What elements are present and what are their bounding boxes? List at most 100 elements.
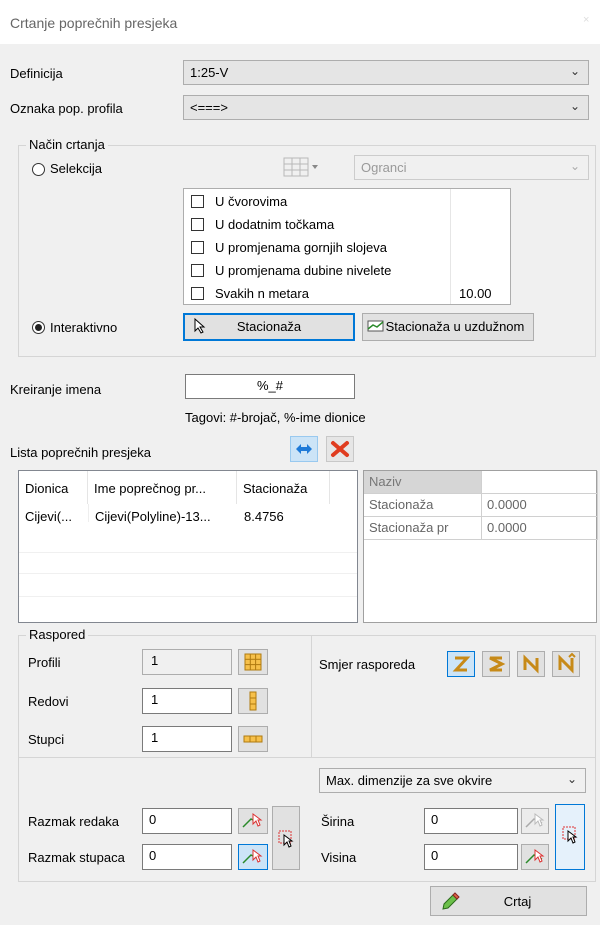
sirina-pick-button[interactable] [521,808,549,834]
visina-label: Visina [321,850,357,865]
table-cell-dionica[interactable]: Cijevi(... [25,509,72,524]
column-header-stacionaza[interactable]: Stacionaža [237,471,330,504]
option-checkbox-dodatne-tocke[interactable] [191,218,204,231]
pick-window-icon [278,830,294,848]
visina-pick-button[interactable] [521,844,549,870]
profili-input[interactable]: 1 [142,649,232,675]
swap-arrows-icon [296,444,312,454]
sirina-value: 0 [431,812,439,827]
razmak-stupaca-input[interactable]: 0 [142,844,232,870]
chevron-down-icon: ⌄ [569,159,580,173]
stacionaza-uzduznom-button[interactable]: Stacionaža u uzdužnom [362,313,534,341]
definicija-value: 1:25-V [190,65,229,80]
delete-x-icon [331,441,349,457]
profili-button[interactable] [238,649,268,675]
raspored-divider-horizontal [19,757,595,758]
column-header-ime[interactable]: Ime poprečnog pr... [88,471,237,504]
visina-input[interactable]: 0 [424,844,518,870]
close-button[interactable]: × [583,14,600,34]
kreiranje-imena-value: %_# [256,378,284,393]
smjer-z-button[interactable] [447,651,475,677]
sirina-label: Širina [321,814,355,829]
raspored-label: Raspored [26,627,89,642]
direction-n-icon [523,654,539,674]
row-line [19,573,357,574]
property-value-stacionaza[interactable]: 0.0000 [482,494,598,517]
stacionaza-uzduznom-label: Stacionaža u uzdužnom [385,319,525,334]
crtaj-button[interactable]: Crtaj [430,886,587,916]
stacionaza-button-label: Stacionaža [236,319,302,334]
properties-grid: Naziv Stacionaža 0.0000 Stacionaža pr 0.… [363,470,598,623]
column-layout-icon [249,691,257,711]
razmak-redaka-value: 0 [149,812,157,827]
kreiranje-imena-input[interactable]: %_# [185,374,355,399]
grid-layout-icon [244,653,262,671]
stupci-input[interactable]: 1 [142,726,232,752]
swap-button[interactable] [290,436,318,462]
definicija-label: Definicija [10,66,63,81]
pick-distance-icon [525,849,545,864]
redovi-button[interactable] [238,688,268,714]
oznaka-label: Oznaka pop. profila [10,101,123,116]
pick-window-icon [562,826,578,844]
column-header-dionica[interactable]: Dionica [19,471,88,504]
redovi-input[interactable]: 1 [142,688,232,714]
option-checkbox-cvorovi[interactable] [191,195,204,208]
redovi-label: Redovi [28,694,69,709]
option-checkbox-gornji-slojevi[interactable] [191,241,204,254]
option-checkbox-svakih-n-metara[interactable] [191,287,204,300]
dimenzije-select[interactable]: Max. dimenzije za sve okvire ⌄ [319,768,586,793]
delete-button[interactable] [326,436,354,462]
razmak-redaka-label: Razmak redaka [28,814,120,829]
property-name-stacionaza-pr: Stacionaža pr [364,517,482,540]
row-layout-icon [243,735,263,743]
row-divider [88,504,89,522]
razmak-stupaca-label: Razmak stupaca [28,850,125,865]
razmak-redaka-pick-button[interactable] [238,808,268,834]
pencil-icon [442,892,460,910]
options-column-divider [450,189,451,304]
stupci-button[interactable] [238,726,268,752]
window-title: Crtanje poprečnih presjeka [10,15,178,31]
option-label-dodatne-tocke: U dodatnim točkama [215,217,335,232]
interaktivno-label: Interaktivno [50,320,118,335]
smjer-s-button[interactable] [482,651,510,677]
dimenzije-pick-both-button[interactable] [555,804,585,870]
pick-distance-icon [525,813,545,828]
interaktivno-radio[interactable] [32,321,45,334]
razmak-pick-both-button[interactable] [272,806,300,870]
stupci-value: 1 [151,730,159,745]
svakih-n-metara-value[interactable]: 10.00 [459,286,492,301]
chevron-down-icon: ⌄ [569,64,580,78]
smjer-n-button[interactable] [517,651,545,677]
ogranci-value: Ogranci [361,160,407,175]
smjer-n-reverse-button[interactable] [552,651,580,677]
oznaka-select[interactable]: <===> ⌄ [183,95,589,120]
property-name-stacionaza: Stacionaža [364,494,482,517]
table-cell-ime[interactable]: Cijevi(Polyline)-13... [95,509,211,524]
profili-value: 1 [151,653,159,668]
pick-distance-icon [242,849,263,864]
razmak-redaka-input[interactable]: 0 [142,808,232,834]
profile-pick-icon [367,320,384,332]
grid-pick-icon [283,157,318,177]
chevron-down-icon: ⌄ [566,772,577,786]
selekcija-radio[interactable] [32,163,45,176]
option-checkbox-dubina-nivelete[interactable] [191,264,204,277]
dimenzije-value: Max. dimenzije za sve okvire [326,773,493,788]
redovi-value: 1 [151,692,159,707]
ogranci-select[interactable]: Ogranci ⌄ [354,155,589,180]
razmak-stupaca-pick-button[interactable] [238,844,268,870]
pick-dropdown-button[interactable] [282,155,322,181]
crtaj-button-label: Crtaj [503,894,532,909]
row-line [19,596,357,597]
property-header-value [482,471,598,494]
definicija-select[interactable]: 1:25-V ⌄ [183,60,589,85]
direction-z-icon [452,656,471,672]
stacionaza-button[interactable]: Stacionaža [183,313,355,341]
property-value-stacionaza-pr[interactable]: 0.0000 [482,517,598,540]
table-cell-stacionaza[interactable]: 8.4756 [244,509,284,524]
kreiranje-imena-label: Kreiranje imena [10,382,102,397]
sirina-input[interactable]: 0 [424,808,518,834]
stupci-label: Stupci [28,732,65,747]
